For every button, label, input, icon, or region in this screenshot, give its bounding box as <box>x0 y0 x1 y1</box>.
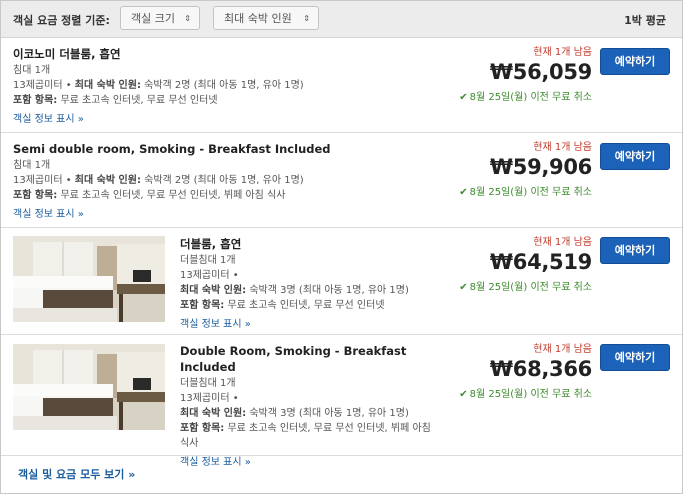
book-button[interactable]: 예약하기 <box>600 143 670 170</box>
book-button[interactable]: 예약하기 <box>600 237 670 264</box>
room-photo-image <box>13 344 165 430</box>
max-occupancy-value: 숙박객 3명 (최대 아동 1명, 유아 1명) <box>246 285 409 296</box>
room-bed: 침대 1개 <box>13 160 51 171</box>
inclusions-value: 무료 초고속 인터넷, 무료 무선 인터넷 <box>57 95 218 106</box>
free-cancellation: ✔ 8월 25일(월) 이전 무료 취소 <box>459 281 592 295</box>
room-size: 13제곱미터 • <box>180 270 239 281</box>
room-info: Semi double room, Smoking - Breakfast In… <box>13 141 473 222</box>
book-button[interactable]: 예약하기 <box>600 48 670 75</box>
check-icon: ✔ <box>459 187 468 198</box>
room-name: Semi double room, Smoking - Breakfast In… <box>13 142 331 156</box>
max-occupancy-label: 최대 숙박 인원: <box>180 285 247 296</box>
max-occupancy-value: 숙박객 3명 (최대 아동 1명, 유아 1명) <box>246 408 409 419</box>
room-price: ₩56,059 <box>489 60 592 84</box>
room-info: 더블룸, 흡연 더블침대 1개 13제곱미터 • 최대 숙박 인원: 숙박객 3… <box>180 236 480 332</box>
room-size: 13제곱미터 • <box>13 175 75 186</box>
room-details: 13제곱미터 • 최대 숙박 인원: 숙박객 2명 (최대 아동 1명, 유아 … <box>13 173 473 188</box>
room-inclusions: 포함 항목: 무료 초고속 인터넷, 무료 무선 인터넷, 뷔페 아침 식사 <box>180 421 442 451</box>
room-size: 13제곱미터 • <box>180 393 239 404</box>
sort-label: 객실 요금 정렬 기준: <box>13 14 110 27</box>
free-cancellation: ✔ 8월 25일(월) 이전 무료 취소 <box>459 91 592 105</box>
room-info: 이코노미 더블룸, 흡연 침대 1개 13제곱미터 • 최대 숙박 인원: 숙박… <box>13 46 473 127</box>
room-details: 13제곱미터 • 최대 숙박 인원: 숙박객 2명 (최대 아동 1명, 유아 … <box>13 78 473 93</box>
availability-text: 현재 1개 남음 <box>533 142 592 153</box>
inclusions-value: 무료 초고속 인터넷, 무료 무선 인터넷 <box>224 300 385 311</box>
cancellation-text: 8월 25일(월) 이전 무료 취소 <box>469 282 592 293</box>
room-bed: 더블침대 1개 <box>180 378 236 389</box>
free-cancellation: ✔ 8월 25일(월) 이전 무료 취소 <box>459 186 592 200</box>
room-price: ₩59,906 <box>489 155 592 179</box>
room-list-panel: 객실 요금 정렬 기준: 객실 크기 ⇕ 최대 숙박 인원 ⇕ 1박 평균 이코… <box>0 0 683 494</box>
cancellation-text: 8월 25일(월) 이전 무료 취소 <box>469 389 592 400</box>
show-room-info-link[interactable]: 객실 정보 표시 » <box>180 317 251 332</box>
room-details: 최대 숙박 인원: 숙박객 3명 (최대 아동 1명, 유아 1명) <box>180 406 442 421</box>
book-button[interactable]: 예약하기 <box>600 344 670 371</box>
sort-occupancy-label: 최대 숙박 인원 <box>224 12 292 25</box>
check-icon: ✔ <box>459 389 468 400</box>
availability-text: 현재 1개 남음 <box>533 47 592 58</box>
check-icon: ✔ <box>459 282 468 293</box>
free-cancellation: ✔ 8월 25일(월) 이전 무료 취소 <box>459 388 592 402</box>
sort-bar: 객실 요금 정렬 기준: 객실 크기 ⇕ 최대 숙박 인원 ⇕ 1박 평균 <box>1 1 682 38</box>
inclusions-value: 무료 초고속 인터넷, 무료 무선 인터넷, 뷔페 아침 식사 <box>57 190 286 201</box>
room-bed: 침대 1개 <box>13 65 51 76</box>
price-column: 현재 1개 남음 ₩59,906 ✔ 8월 25일(월) 이전 무료 취소 <box>459 141 592 200</box>
room-name: 이코노미 더블룸, 흡연 <box>13 47 121 61</box>
room-price: ₩64,519 <box>489 250 592 274</box>
sort-by-room-size-button[interactable]: 객실 크기 ⇕ <box>120 6 200 30</box>
room-name: Double Room, Smoking - Breakfast Include… <box>180 344 407 374</box>
sort-arrows-icon: ⇕ <box>303 14 310 23</box>
price-column: 현재 1개 남음 ₩68,366 ✔ 8월 25일(월) 이전 무료 취소 <box>459 343 592 402</box>
room-row: Double Room, Smoking - Breakfast Include… <box>1 335 682 468</box>
room-price: ₩68,366 <box>489 357 592 381</box>
price-column: 현재 1개 남음 ₩64,519 ✔ 8월 25일(월) 이전 무료 취소 <box>459 236 592 295</box>
show-room-info-link[interactable]: 객실 정보 표시 » <box>180 455 251 470</box>
show-room-info-link[interactable]: 객실 정보 표시 » <box>13 112 84 127</box>
room-row: Semi double room, Smoking - Breakfast In… <box>1 133 682 228</box>
room-size: 13제곱미터 • <box>13 80 75 91</box>
room-details: 최대 숙박 인원: 숙박객 3명 (최대 아동 1명, 유아 1명) <box>180 283 480 298</box>
room-name: 더블룸, 흡연 <box>180 237 242 251</box>
max-occupancy-value: 숙박객 2명 (최대 아동 1명, 유아 1명) <box>140 175 304 186</box>
max-occupancy-label: 최대 숙박 인원: <box>74 175 141 186</box>
room-photo-image <box>13 236 165 322</box>
inclusions-label: 포함 항목: <box>13 190 58 201</box>
inclusions-label: 포함 항목: <box>180 300 225 311</box>
room-row: 더블룸, 흡연 더블침대 1개 13제곱미터 • 최대 숙박 인원: 숙박객 3… <box>1 228 682 335</box>
show-room-info-link[interactable]: 객실 정보 표시 » <box>13 207 84 222</box>
room-info: Double Room, Smoking - Breakfast Include… <box>180 343 442 470</box>
cancellation-text: 8월 25일(월) 이전 무료 취소 <box>469 187 592 198</box>
sort-size-label: 객실 크기 <box>131 12 175 25</box>
show-all-rooms-link[interactable]: 객실 및 요금 모두 보기 » <box>18 466 135 482</box>
availability-text: 현재 1개 남음 <box>533 344 592 355</box>
room-bed: 더블침대 1개 <box>180 255 236 266</box>
room-photo[interactable] <box>13 344 165 430</box>
max-occupancy-value: 숙박객 2명 (최대 아동 1명, 유아 1명) <box>140 80 304 91</box>
room-photo[interactable] <box>13 236 165 322</box>
room-inclusions: 포함 항목: 무료 초고속 인터넷, 무료 무선 인터넷, 뷔페 아침 식사 <box>13 188 473 203</box>
room-inclusions: 포함 항목: 무료 초고속 인터넷, 무료 무선 인터넷 <box>13 93 473 108</box>
sort-by-occupancy-button[interactable]: 최대 숙박 인원 ⇕ <box>213 6 319 30</box>
inclusions-label: 포함 항목: <box>180 423 225 434</box>
per-night-label: 1박 평균 <box>624 14 666 27</box>
availability-text: 현재 1개 남음 <box>533 237 592 248</box>
room-inclusions: 포함 항목: 무료 초고속 인터넷, 무료 무선 인터넷 <box>180 298 480 313</box>
cancellation-text: 8월 25일(월) 이전 무료 취소 <box>469 92 592 103</box>
max-occupancy-label: 최대 숙박 인원: <box>180 408 247 419</box>
check-icon: ✔ <box>459 92 468 103</box>
inclusions-label: 포함 항목: <box>13 95 58 106</box>
max-occupancy-label: 최대 숙박 인원: <box>74 80 141 91</box>
sort-arrows-icon: ⇕ <box>184 14 191 23</box>
room-row: 이코노미 더블룸, 흡연 침대 1개 13제곱미터 • 최대 숙박 인원: 숙박… <box>1 38 682 133</box>
price-column: 현재 1개 남음 ₩56,059 ✔ 8월 25일(월) 이전 무료 취소 <box>459 46 592 105</box>
